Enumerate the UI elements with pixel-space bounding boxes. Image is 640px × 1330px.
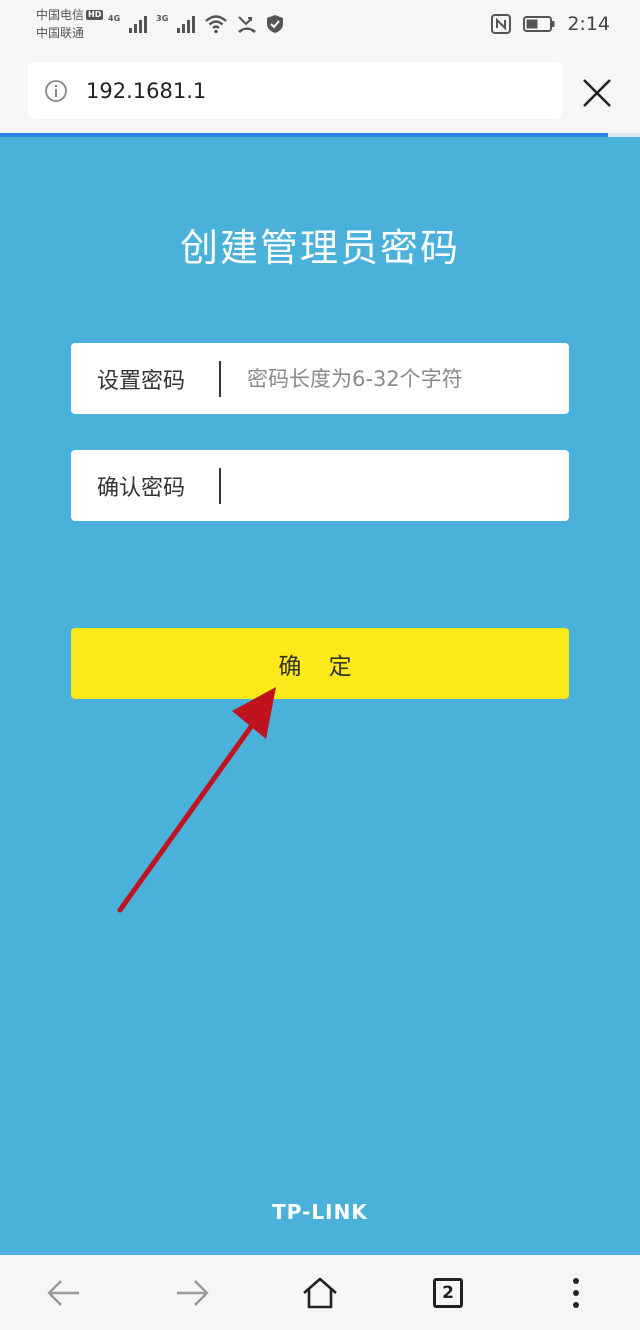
set-password-field[interactable]: 设置密码: [71, 343, 569, 414]
info-icon[interactable]: [44, 79, 68, 103]
close-icon[interactable]: [580, 76, 614, 110]
carrier-info: 中国电信 HD 中国联通: [36, 6, 104, 42]
set-password-label: 设置密码: [97, 368, 186, 394]
confirm-password-field[interactable]: 确认密码: [71, 450, 569, 521]
signal-icon: [129, 16, 148, 33]
home-icon: [303, 1277, 337, 1308]
url-text[interactable]: 192.1681.1: [86, 79, 206, 103]
battery-icon: [523, 16, 555, 32]
forward-arrow-icon: [177, 1279, 209, 1306]
wifi-icon: [205, 15, 228, 34]
back-arrow-icon: [47, 1279, 79, 1306]
status-icons-right: 2:14: [491, 10, 610, 38]
status-icons-left: 4G 3G: [108, 12, 284, 36]
signal-icon: [177, 16, 196, 33]
confirm-password-label: 确认密码: [97, 475, 186, 501]
nfc-icon: [491, 14, 512, 34]
router-setup-page: 创建管理员密码 设置密码 确认密码 确 定 TP-LINK: [0, 137, 640, 1255]
forward-button[interactable]: [160, 1261, 224, 1325]
set-password-input[interactable]: [221, 343, 569, 414]
tabs-button[interactable]: 2: [416, 1261, 480, 1325]
tp-link-logo: TP-LINK: [272, 1200, 368, 1224]
clock: 2:14: [567, 13, 610, 35]
more-button[interactable]: [544, 1261, 608, 1325]
page-title: 创建管理员密码: [179, 226, 460, 270]
hd-badge: HD: [86, 10, 104, 20]
status-bar: 中国电信 HD 中国联通 4G 3G 2:14: [0, 0, 640, 48]
tabs-icon: 2: [433, 1277, 463, 1308]
confirm-password-input[interactable]: [221, 450, 569, 521]
carrier-1: 中国电信: [36, 8, 85, 22]
home-button[interactable]: [288, 1261, 352, 1325]
net-label-1: 4G: [108, 13, 121, 23]
more-icon: [573, 1277, 579, 1308]
browser-bottom-nav: 2: [0, 1255, 640, 1330]
back-button[interactable]: [32, 1261, 96, 1325]
shield-icon: [267, 15, 284, 33]
missed-call-icon: [238, 16, 257, 33]
browser-toolbar: 192.1681.1: [0, 48, 640, 133]
address-bar[interactable]: 192.1681.1: [28, 62, 562, 119]
carrier-2: 中国联通: [36, 26, 85, 40]
annotation-arrow-icon: [117, 687, 276, 913]
net-label-2: 3G: [156, 13, 169, 23]
